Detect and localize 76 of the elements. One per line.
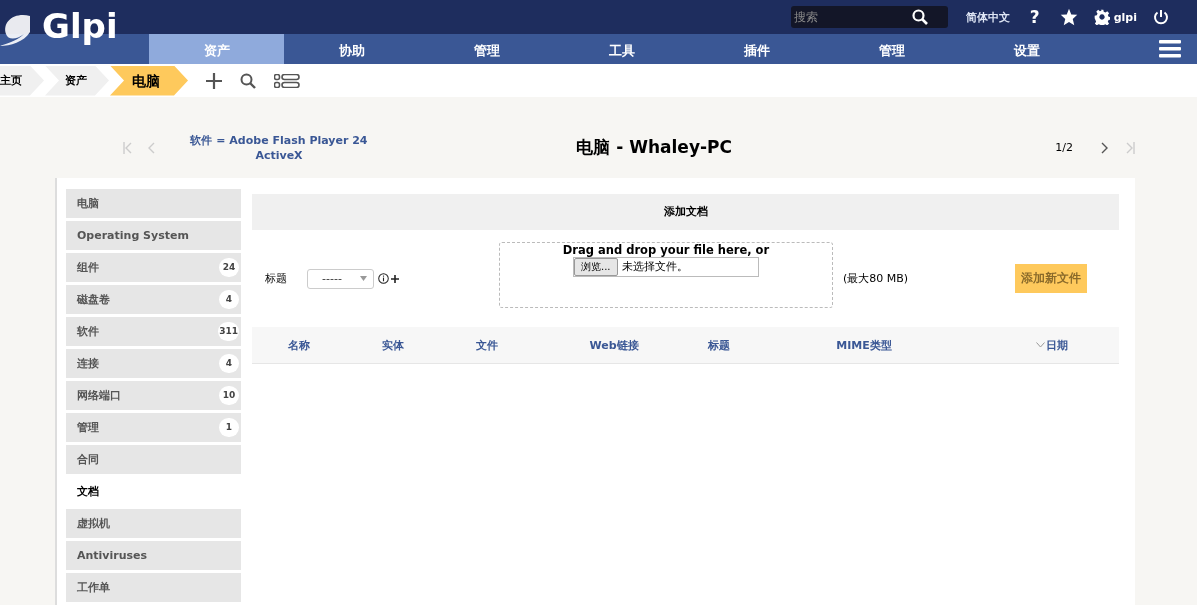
section-header: 添加文档 [252, 194, 1119, 230]
tab-label: 工作单 [77, 580, 110, 595]
plus-icon[interactable] [206, 72, 222, 89]
tab-label: 管理 [77, 420, 99, 435]
sidebar-tab[interactable]: Operating System [66, 221, 241, 250]
page-title: 电脑 - Whaley-PC [575, 136, 733, 159]
page-position: 1/2 [1055, 141, 1073, 154]
help-button[interactable]: ? [1029, 7, 1040, 27]
sidebar-tab[interactable]: 组件 24 [66, 253, 241, 282]
breadcrumb-link[interactable]: 资产 [45, 65, 109, 96]
sidebar-tab[interactable]: 管理 1 [66, 413, 241, 442]
tab-label: 连接 [77, 356, 99, 371]
title-dropdown[interactable]: ----- [307, 268, 374, 289]
dropzone-text: Drag and drop your file here, or [562, 242, 770, 257]
tab-label: 虚拟机 [77, 516, 110, 531]
menu-item[interactable]: 工具 [554, 34, 689, 64]
column-header[interactable]: 标题 [694, 337, 744, 353]
sidebar-tab[interactable]: 网络端口 10 [66, 381, 241, 410]
info-icon[interactable] [378, 273, 389, 284]
plus-icon[interactable] [391, 274, 399, 283]
power-icon[interactable] [1153, 9, 1169, 25]
count-badge: 24 [219, 258, 239, 277]
search-icon[interactable] [240, 72, 256, 89]
search-criteria-link[interactable]: 软件 = Adobe Flash Player 24 ActiveX [179, 132, 379, 163]
logo[interactable]: Glpi [42, 6, 118, 46]
menu-item[interactable]: 插件 [689, 34, 824, 64]
menu-icon[interactable] [1159, 40, 1181, 58]
file-input[interactable]: 浏览... 未选择文件。 [573, 256, 759, 277]
star-icon[interactable] [1059, 8, 1078, 26]
count-badge: 10 [219, 386, 239, 405]
file-status: 未选择文件。 [621, 259, 688, 274]
count-badge: 4 [219, 354, 239, 373]
tab-label: Operating System [77, 229, 189, 242]
menu-item[interactable]: 协助 [284, 34, 419, 64]
menu-item[interactable]: 管理 [824, 34, 959, 64]
column-header[interactable]: MIME类型 [744, 337, 984, 353]
tab-label: 电脑 [77, 196, 99, 211]
sidebar-tab[interactable]: Antiviruses [66, 541, 241, 570]
sidebar-tab[interactable]: 虚拟机 [66, 509, 241, 538]
count-badge: 311 [218, 322, 239, 341]
tab-label: 软件 [77, 324, 99, 339]
tab-label: 网络端口 [77, 388, 121, 403]
column-header[interactable]: 名称 [252, 337, 346, 353]
sidebar-tab[interactable]: 工作单 [66, 573, 241, 602]
browse-button[interactable]: 浏览... [574, 257, 618, 276]
column-header[interactable]: 实体 [346, 337, 440, 353]
menu-item[interactable]: 管理 [419, 34, 554, 64]
count-badge: 4 [219, 290, 239, 309]
file-dropzone[interactable]: Drag and drop your file here, or 浏览... 未选择文件。 [499, 241, 833, 308]
sidebar-tab[interactable]: 电脑 [66, 189, 241, 218]
breadcrumb-link[interactable]: 主页 [0, 65, 44, 96]
sidebar-tab[interactable]: 合同 [66, 445, 241, 474]
breadcrumb-link[interactable]: 电脑 [110, 65, 188, 96]
menu-item[interactable]: 设置 [959, 34, 1094, 64]
tab-label: 组件 [77, 260, 99, 275]
gear-icon[interactable] [1093, 9, 1110, 25]
tab-label: 合同 [77, 452, 99, 467]
column-header[interactable]: Web链接 [534, 337, 694, 353]
search-field[interactable]: 搜索 [790, 6, 948, 28]
tab-label: 磁盘卷 [77, 292, 110, 307]
sidebar-tab[interactable]: 连接 4 [66, 349, 241, 378]
count-badge: 1 [219, 418, 239, 437]
tab-label: 文档 [77, 484, 99, 499]
user-name[interactable]: glpi [1113, 10, 1137, 24]
max-size-text: (最大80 MB) [843, 271, 910, 286]
tab-label: Antiviruses [77, 549, 148, 562]
next-icon[interactable] [1101, 141, 1109, 154]
sidebar-tab[interactable]: 磁盘卷 4 [66, 285, 241, 314]
caret-icon [360, 276, 367, 281]
list-icon[interactable] [274, 73, 300, 88]
language-link[interactable]: 简体中文 [965, 9, 1010, 25]
sidebar-tab[interactable]: 软件 311 [66, 317, 241, 346]
search-icon[interactable] [911, 9, 928, 25]
column-header[interactable]: 文件 [440, 337, 534, 353]
column-header[interactable]: 日期 [1002, 337, 1102, 353]
field-label: 标题 [265, 271, 288, 286]
